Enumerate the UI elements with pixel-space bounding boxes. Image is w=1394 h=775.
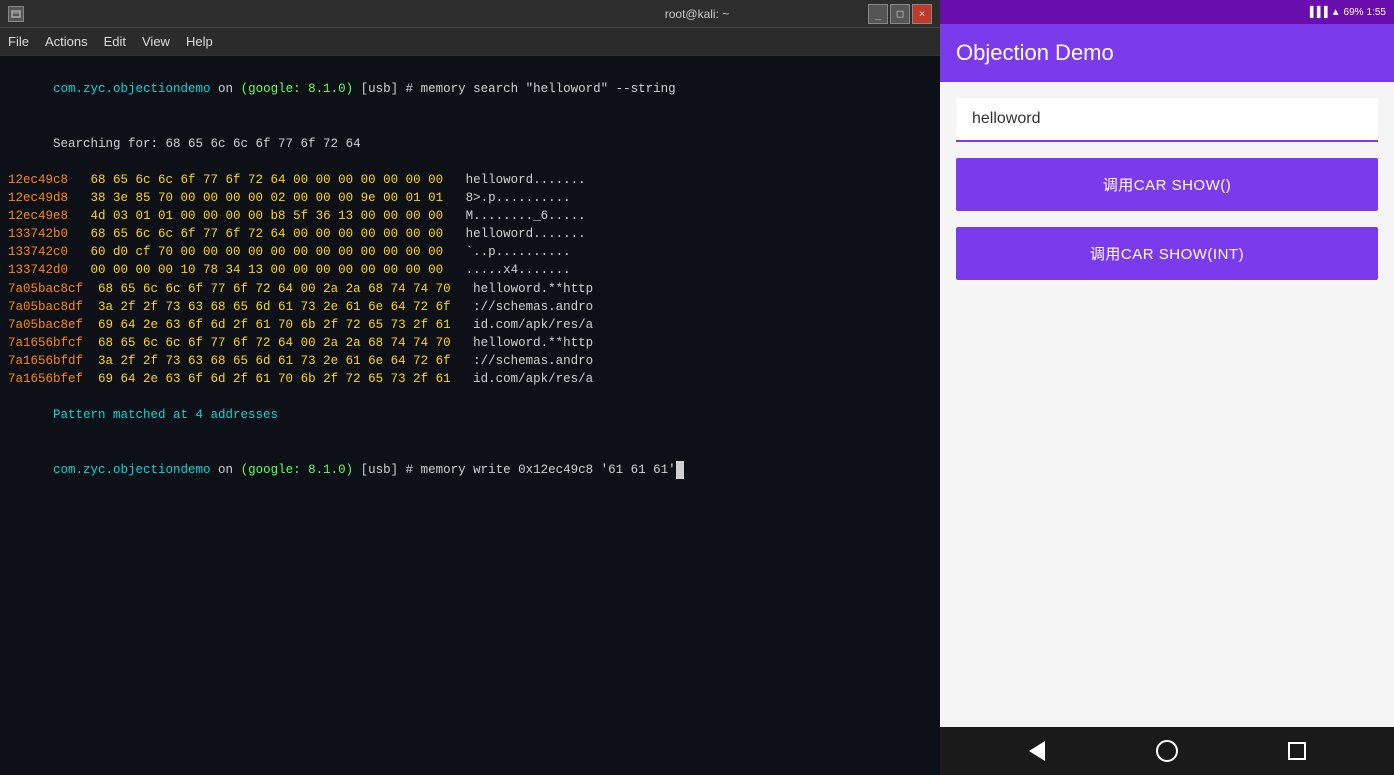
term-line-7: 133742c0 60 d0 cf 70 00 00 00 00 00 00 0… <box>8 243 932 261</box>
text-display-field[interactable]: helloword <box>956 98 1378 142</box>
term-line-1: com.zyc.objectiondemo on (google: 8.1.0)… <box>8 62 932 116</box>
window-icon <box>8 6 24 22</box>
term-line-12: 7a1656bfcf 68 65 6c 6c 6f 77 6f 72 64 00… <box>8 334 932 352</box>
android-app-content: helloword 调用CAR SHOW() 调用CAR SHOW(INT) <box>940 82 1394 727</box>
terminal-body[interactable]: com.zyc.objectiondemo on (google: 8.1.0)… <box>0 56 940 775</box>
nav-recent-button[interactable] <box>1281 735 1313 767</box>
maximize-button[interactable]: □ <box>890 4 910 24</box>
recent-icon <box>1288 742 1306 760</box>
nav-back-button[interactable] <box>1021 735 1053 767</box>
term-line-6: 133742b0 68 65 6c 6c 6f 77 6f 72 64 00 0… <box>8 225 932 243</box>
term-line-14: 7a1656bfef 69 64 2e 63 6f 6d 2f 61 70 6b… <box>8 370 932 388</box>
titlebar-left <box>8 6 24 22</box>
terminal-window: root@kali: ~ _ □ × File Actions Edit Vie… <box>0 0 940 775</box>
status-icons: ▐▐▐ ▲ 69% 1:55 <box>1306 7 1386 18</box>
term-line-13: 7a1656bfdf 3a 2f 2f 73 63 68 65 6d 61 73… <box>8 352 932 370</box>
term-line-10: 7a05bac8df 3a 2f 2f 73 63 68 65 6d 61 73… <box>8 298 932 316</box>
terminal-menubar: File Actions Edit View Help <box>0 28 940 56</box>
menu-actions[interactable]: Actions <box>45 34 88 49</box>
android-device: ▐▐▐ ▲ 69% 1:55 Objection Demo helloword … <box>940 0 1394 775</box>
minimize-button[interactable]: _ <box>868 4 888 24</box>
app-title: Objection Demo <box>956 40 1114 66</box>
car-show-int-button[interactable]: 调用CAR SHOW(INT) <box>956 227 1378 280</box>
nav-home-button[interactable] <box>1151 735 1183 767</box>
android-statusbar: ▐▐▐ ▲ 69% 1:55 <box>940 0 1394 24</box>
term-line-9: 7a05bac8cf 68 65 6c 6c 6f 77 6f 72 64 00… <box>8 280 932 298</box>
terminal-titlebar: root@kali: ~ _ □ × <box>0 0 940 28</box>
term-line-pattern: Pattern matched at 4 addresses <box>8 388 932 442</box>
menu-edit[interactable]: Edit <box>104 34 126 49</box>
home-icon <box>1156 740 1178 762</box>
signal-icon: ▐▐▐ <box>1306 7 1327 18</box>
menu-help[interactable]: Help <box>186 34 213 49</box>
window-controls[interactable]: _ □ × <box>868 4 932 24</box>
car-show-button[interactable]: 调用CAR SHOW() <box>956 158 1378 211</box>
close-button[interactable]: × <box>912 4 932 24</box>
android-navbar <box>940 727 1394 775</box>
menu-view[interactable]: View <box>142 34 170 49</box>
wifi-icon: ▲ <box>1331 7 1341 18</box>
term-line-4: 12ec49d8 38 3e 85 70 00 00 00 00 02 00 0… <box>8 189 932 207</box>
term-line-8: 133742d0 00 00 00 00 10 78 34 13 00 00 0… <box>8 261 932 279</box>
terminal-title: root@kali: ~ <box>665 7 730 21</box>
android-app-header: Objection Demo <box>940 24 1394 82</box>
back-icon <box>1029 741 1045 761</box>
term-line-5: 12ec49e8 4d 03 01 01 00 00 00 00 b8 5f 3… <box>8 207 932 225</box>
term-line-11: 7a05bac8ef 69 64 2e 63 6f 6d 2f 61 70 6b… <box>8 316 932 334</box>
menu-file[interactable]: File <box>8 34 29 49</box>
terminal-cursor <box>676 461 684 479</box>
term-line-3: 12ec49c8 68 65 6c 6c 6f 77 6f 72 64 00 0… <box>8 171 932 189</box>
time-text: 1:55 <box>1367 7 1386 18</box>
term-line-2: Searching for: 68 65 6c 6c 6f 77 6f 72 6… <box>8 116 932 170</box>
term-line-last: com.zyc.objectiondemo on (google: 8.1.0)… <box>8 443 932 497</box>
prompt-1: com.zyc.objectiondemo <box>53 82 211 96</box>
battery-text: 69% <box>1344 7 1364 18</box>
